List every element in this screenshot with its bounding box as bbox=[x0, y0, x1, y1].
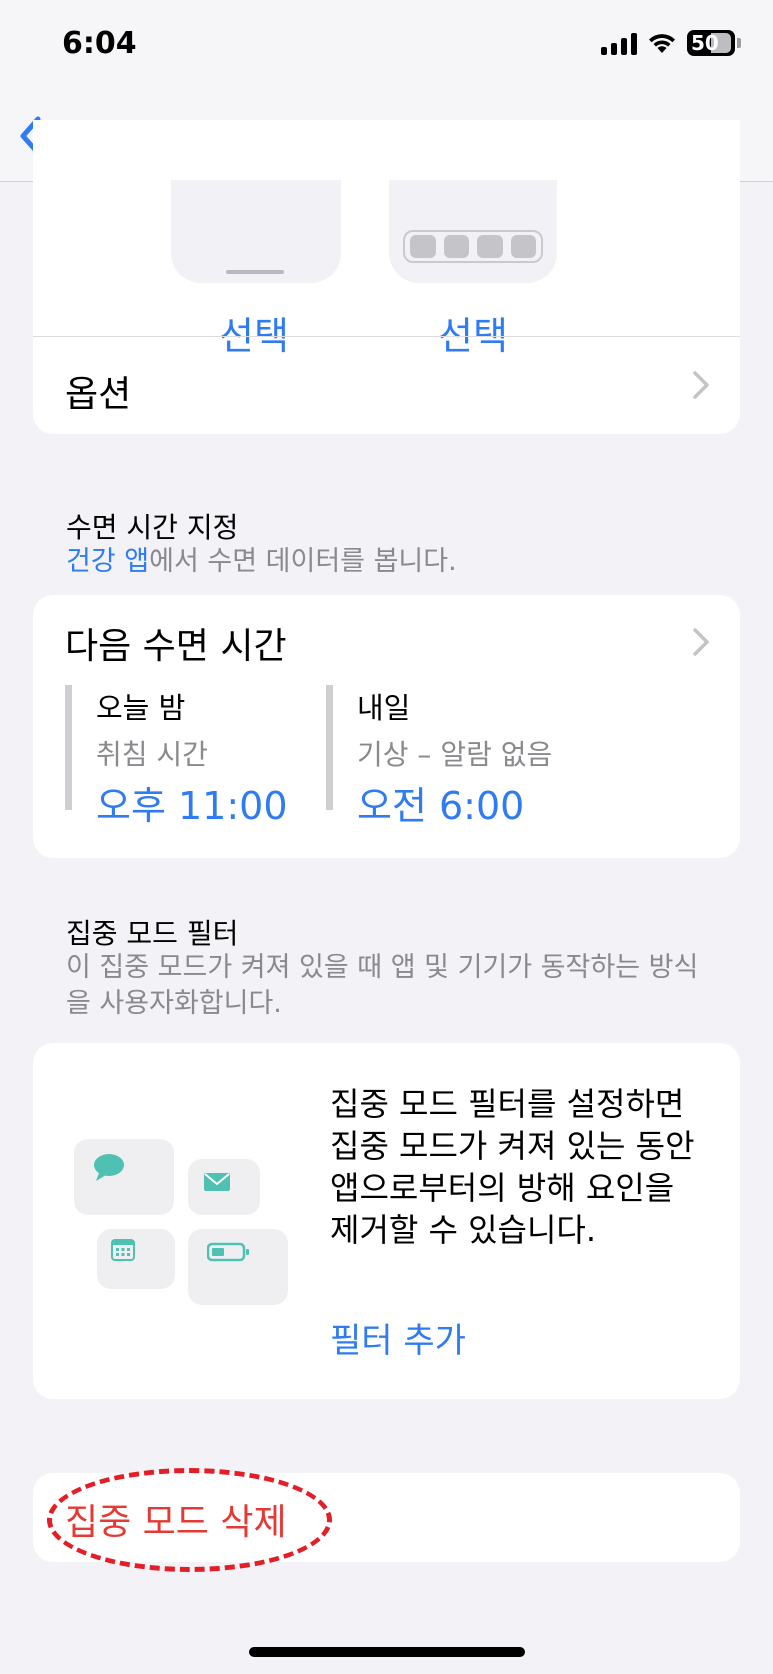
focus-filter-card: 집중 모드 필터를 설정하면 집중 모드가 켜져 있는 동안 앱으로부터의 방해… bbox=[33, 1043, 740, 1399]
filter-section-header: 집중 모드 필터 bbox=[66, 917, 239, 950]
filter-description: 집중 모드 필터를 설정하면 집중 모드가 켜져 있는 동안 앱으로부터의 방해… bbox=[330, 1085, 695, 1249]
wake-value: 오전 6:00 bbox=[357, 784, 525, 828]
filter-section-subtitle: 이 집중 모드가 켜져 있을 때 앱 및 기기가 동작하는 방식을 사용자화합니… bbox=[66, 952, 699, 1019]
next-sleep-title: 다음 수면 시간 bbox=[65, 626, 287, 667]
battery-indicator: 50 bbox=[687, 30, 741, 56]
select-lock-screen-button[interactable]: 선택 bbox=[219, 305, 289, 360]
schedule-section-subtitle: 건강 앱에서 수면 데이터를 봅니다. bbox=[66, 544, 457, 580]
status-bar: 6:04 50 bbox=[0, 0, 773, 100]
home-indicator bbox=[249, 1647, 525, 1657]
schedule-subtitle-text: 에서 수면 데이터를 봅니다. bbox=[149, 546, 457, 577]
health-app-link[interactable]: 건강 앱 bbox=[66, 546, 149, 577]
calendar-tile bbox=[97, 1229, 175, 1289]
add-filter-button[interactable]: 필터 추가 bbox=[330, 1313, 466, 1362]
wake-label: 기상 – 알람 없음 bbox=[357, 738, 553, 771]
lock-screen-preview[interactable] bbox=[171, 180, 341, 283]
battery-tile bbox=[188, 1229, 288, 1305]
chevron-right-icon bbox=[693, 628, 709, 656]
cellular-signal-icon bbox=[601, 31, 637, 55]
select-home-screen-button[interactable]: 선택 bbox=[438, 305, 508, 360]
tonight-label: 오늘 밤 bbox=[96, 691, 186, 725]
wifi-icon bbox=[649, 34, 675, 53]
divider bbox=[33, 336, 740, 337]
bedtime-value: 오후 11:00 bbox=[96, 784, 288, 828]
battery-level: 50 bbox=[691, 31, 719, 55]
calendar-icon bbox=[111, 1239, 135, 1261]
tomorrow-label: 내일 bbox=[357, 691, 411, 725]
customize-screens-card: 선택 선택 옵션 bbox=[33, 120, 740, 434]
battery-icon: 50 bbox=[687, 30, 735, 56]
battery-icon bbox=[207, 1242, 249, 1262]
wake-column: 내일 기상 – 알람 없음 오전 6:00 bbox=[326, 685, 553, 828]
mail-tile bbox=[188, 1159, 260, 1215]
mail-icon bbox=[204, 1173, 230, 1191]
schedule-section-header: 수면 시간 지정 bbox=[66, 511, 239, 544]
chevron-right-icon bbox=[693, 371, 709, 399]
message-icon bbox=[94, 1154, 124, 1181]
options-row-label[interactable]: 옵션 bbox=[65, 365, 131, 417]
message-tile bbox=[74, 1139, 174, 1215]
bedtime-label: 취침 시간 bbox=[96, 738, 208, 771]
status-time: 6:04 bbox=[62, 26, 137, 61]
bedtime-column: 오늘 밤 취침 시간 오후 11:00 bbox=[65, 685, 288, 828]
next-sleep-card[interactable]: 다음 수면 시간 오늘 밤 취침 시간 오후 11:00 내일 기상 – 알람 … bbox=[33, 595, 740, 858]
delete-focus-card: 집중 모드 삭제 bbox=[33, 1468, 740, 1572]
status-icons: 50 bbox=[601, 30, 741, 56]
delete-focus-button[interactable]: 집중 모드 삭제 bbox=[65, 1493, 287, 1545]
home-screen-preview[interactable] bbox=[389, 180, 557, 283]
